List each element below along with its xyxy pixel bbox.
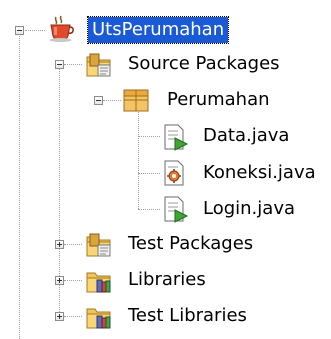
tree-line <box>103 100 121 101</box>
tree-line <box>138 136 160 137</box>
library-folder-icon <box>86 308 111 329</box>
tree-line <box>64 64 82 65</box>
tree-line <box>64 316 82 317</box>
tree-line <box>25 30 45 31</box>
tree-node-label: Login.java <box>203 198 295 219</box>
tree-line <box>64 280 82 281</box>
java-class-icon <box>164 196 189 223</box>
java-class-icon <box>164 124 189 151</box>
coffee-cup-icon <box>49 15 74 42</box>
tree-line <box>138 209 160 210</box>
expand-toggle-package[interactable] <box>94 96 103 105</box>
tree-node-label: Libraries <box>128 269 206 290</box>
expand-toggle-source-packages[interactable] <box>55 60 64 69</box>
package-icon <box>123 89 149 112</box>
tree-line <box>138 110 139 209</box>
project-tree: UtsPerumahan Source Packages Perumahan D… <box>0 0 331 339</box>
tree-node-label: Data.java <box>203 125 290 146</box>
library-folder-icon <box>86 272 111 293</box>
expand-toggle-project[interactable] <box>15 26 24 35</box>
tree-node-label: Source Packages <box>128 53 280 74</box>
tree-line <box>19 34 20 339</box>
tree-node-label: UtsPerumahan <box>86 16 230 44</box>
java-gear-class-icon <box>164 160 184 186</box>
expand-toggle-test-libraries[interactable] <box>55 312 64 321</box>
expand-toggle-libraries[interactable] <box>55 276 64 285</box>
tree-line <box>138 173 160 174</box>
tree-node-label: Perumahan <box>167 89 270 110</box>
source-folder-icon <box>86 53 111 77</box>
tree-node-label: Test Packages <box>128 233 254 254</box>
test-folder-icon <box>86 233 111 257</box>
tree-line <box>64 244 82 245</box>
tree-node-label: Koneksi.java <box>203 162 316 183</box>
expand-toggle-test-packages[interactable] <box>55 240 64 249</box>
tree-node-label: Test Libraries <box>128 305 247 326</box>
